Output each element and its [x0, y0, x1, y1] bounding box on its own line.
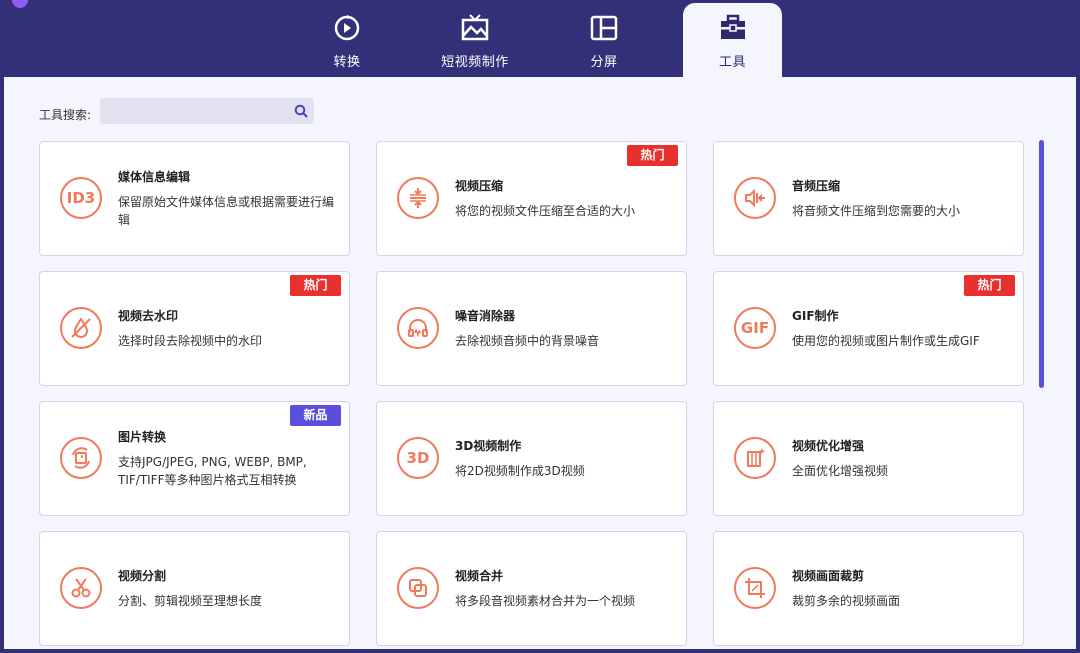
3d-icon: 3D [397, 437, 439, 479]
tool-desc: 将您的视频文件压缩至合适的大小 [455, 204, 636, 218]
search-icon[interactable] [294, 104, 308, 118]
search-box[interactable] [100, 98, 314, 124]
tool-desc: 裁剪多余的视频画面 [792, 594, 901, 608]
tab-tools-label: 工具 [718, 55, 746, 70]
tab-split-screen[interactable]: 分屏 [575, 3, 633, 77]
tool-desc: 选择时段去除视频中的水印 [118, 334, 263, 348]
top-navigation-bar: 转换 短视频制作 分屏 工具 [0, 0, 1080, 77]
tab-split-screen-label: 分屏 [590, 55, 618, 70]
scissors-icon [60, 567, 102, 609]
tool-card-video-split[interactable]: 视频分割 分割、剪辑视频至理想长度 [39, 531, 350, 646]
tool-card-audio-compress[interactable]: 音频压缩 将音频文件压缩到您需要的大小 [713, 141, 1024, 256]
tool-title: 视频优化增强 [792, 439, 865, 453]
tool-title: 媒体信息编辑 [118, 170, 191, 184]
tool-card-gif-maker[interactable]: 热门 GIF GIF制作 使用您的视频或图片制作或生成GIF [713, 271, 1024, 386]
hot-badge: 热门 [627, 145, 678, 166]
tool-card-remove-watermark[interactable]: 热门 视频去水印 选择时段去除视频中的水印 [39, 271, 350, 386]
scrollbar[interactable] [1039, 140, 1044, 388]
search-label: 工具搜索: [39, 108, 92, 122]
tool-desc: 全面优化增强视频 [792, 464, 889, 478]
tool-title: 视频压缩 [455, 179, 504, 193]
crop-icon [734, 567, 776, 609]
tool-desc: 去除视频音频中的背景噪音 [455, 334, 600, 348]
id3-icon: ID3 [60, 177, 102, 219]
image-tv-icon [461, 14, 489, 41]
tool-desc: 分割、剪辑视频至理想长度 [118, 594, 263, 608]
compress-icon [397, 177, 439, 219]
tool-desc: 使用您的视频或图片制作或生成GIF [792, 334, 980, 348]
gif-icon: GIF [734, 307, 776, 349]
image-convert-icon [60, 437, 102, 479]
tool-card-3d-video[interactable]: 3D 3D视频制作 将2D视频制作成3D视频 [376, 401, 687, 516]
hot-badge: 热门 [290, 275, 341, 296]
tool-desc: 将多段音视频素材合并为一个视频 [455, 594, 636, 608]
tab-tools[interactable]: 工具 [683, 3, 782, 77]
new-badge: 新品 [290, 405, 341, 426]
tool-title: 3D视频制作 [455, 439, 522, 453]
tab-short-video-label: 短视频制作 [441, 55, 509, 70]
tools-panel: 工具搜索: ID3 媒体信息编辑 保留原始文件媒体信息或根据需要进行编辑 热门 … [4, 77, 1076, 649]
tool-title: 视频合并 [455, 569, 504, 583]
toolbox-icon [720, 14, 745, 39]
headphones-icon [397, 307, 439, 349]
tool-desc: 支持JPG/JPEG, PNG, WEBP, BMP, TIF/TIFF等多种图… [118, 455, 307, 487]
audio-compress-icon [734, 177, 776, 219]
hot-badge: 热门 [964, 275, 1015, 296]
convert-icon [334, 15, 360, 41]
tool-title: GIF制作 [792, 309, 839, 323]
tool-card-video-compress[interactable]: 热门 视频压缩 将您的视频文件压缩至合适的大小 [376, 141, 687, 256]
tool-title: 音频压缩 [792, 179, 841, 193]
tool-card-image-convert[interactable]: 新品 图片转换 支持JPG/JPEG, PNG, WEBP, BMP, TIF/… [39, 401, 350, 516]
enhance-icon [734, 437, 776, 479]
tool-card-video-crop[interactable]: 视频画面裁剪 裁剪多余的视频画面 [713, 531, 1024, 646]
no-watermark-icon [60, 307, 102, 349]
tab-convert[interactable]: 转换 [318, 3, 376, 77]
tool-card-video-merge[interactable]: 视频合并 将多段音视频素材合并为一个视频 [376, 531, 687, 646]
tool-title: 视频画面裁剪 [792, 569, 865, 583]
tool-title: 视频去水印 [118, 309, 179, 323]
tab-convert-label: 转换 [333, 55, 361, 70]
merge-icon [397, 567, 439, 609]
tab-short-video[interactable]: 短视频制作 [434, 3, 516, 77]
tool-card-noise-remover[interactable]: 噪音消除器 去除视频音频中的背景噪音 [376, 271, 687, 386]
tool-desc: 保留原始文件媒体信息或根据需要进行编辑 [118, 195, 335, 227]
tool-title: 图片转换 [118, 430, 167, 444]
search-input[interactable] [100, 98, 286, 124]
split-screen-icon [590, 15, 618, 41]
tool-title: 噪音消除器 [455, 309, 516, 323]
app-logo [12, 0, 28, 8]
tool-title: 视频分割 [118, 569, 167, 583]
tool-card-video-enhance[interactable]: 视频优化增强 全面优化增强视频 [713, 401, 1024, 516]
tool-card-media-info[interactable]: ID3 媒体信息编辑 保留原始文件媒体信息或根据需要进行编辑 [39, 141, 350, 256]
tool-desc: 将2D视频制作成3D视频 [455, 464, 585, 478]
tool-desc: 将音频文件压缩到您需要的大小 [792, 204, 961, 218]
